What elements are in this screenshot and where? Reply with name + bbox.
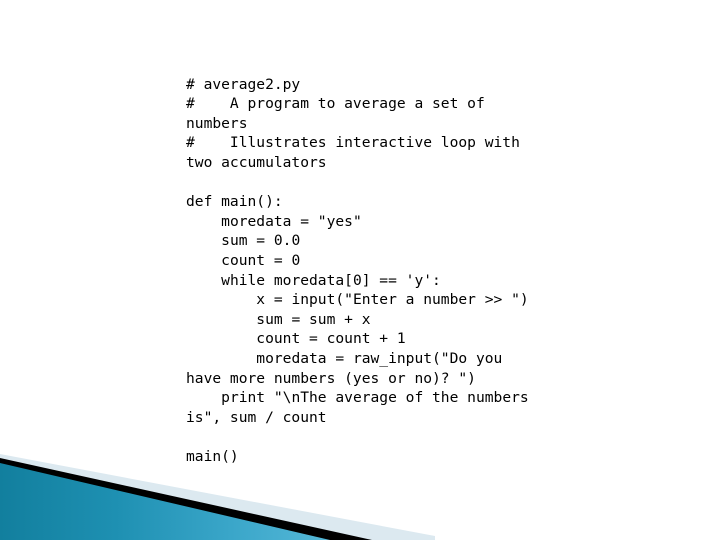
- code-line: while moredata[0] == 'y':: [186, 271, 441, 289]
- code-line: # A program to average a set of numbers: [186, 95, 494, 132]
- black-band: [0, 458, 372, 540]
- teal-gradient-band: [0, 463, 330, 540]
- code-line: count = 0: [186, 251, 301, 269]
- code-line: x = input("Enter a number >> "): [186, 291, 529, 309]
- code-line: print "\nThe average of the numbers is",…: [186, 389, 538, 426]
- code-line: # Illustrates interactive loop with two …: [186, 134, 529, 171]
- code-line: main(): [186, 447, 239, 465]
- code-line: def main():: [186, 193, 283, 211]
- code-line: sum = sum + x: [186, 310, 371, 328]
- code-line: count = count + 1: [186, 330, 406, 348]
- code-line: moredata = raw_input("Do you have more n…: [186, 349, 512, 387]
- slide-canvas: # average2.py # A program to average a se…: [0, 0, 720, 540]
- code-line: sum = 0.0: [186, 232, 301, 250]
- pale-blue-band: [0, 454, 435, 540]
- code-line: moredata = "yes": [186, 212, 362, 230]
- code-listing: # average2.py # A program to average a se…: [186, 75, 538, 467]
- code-line: # average2.py: [186, 75, 301, 93]
